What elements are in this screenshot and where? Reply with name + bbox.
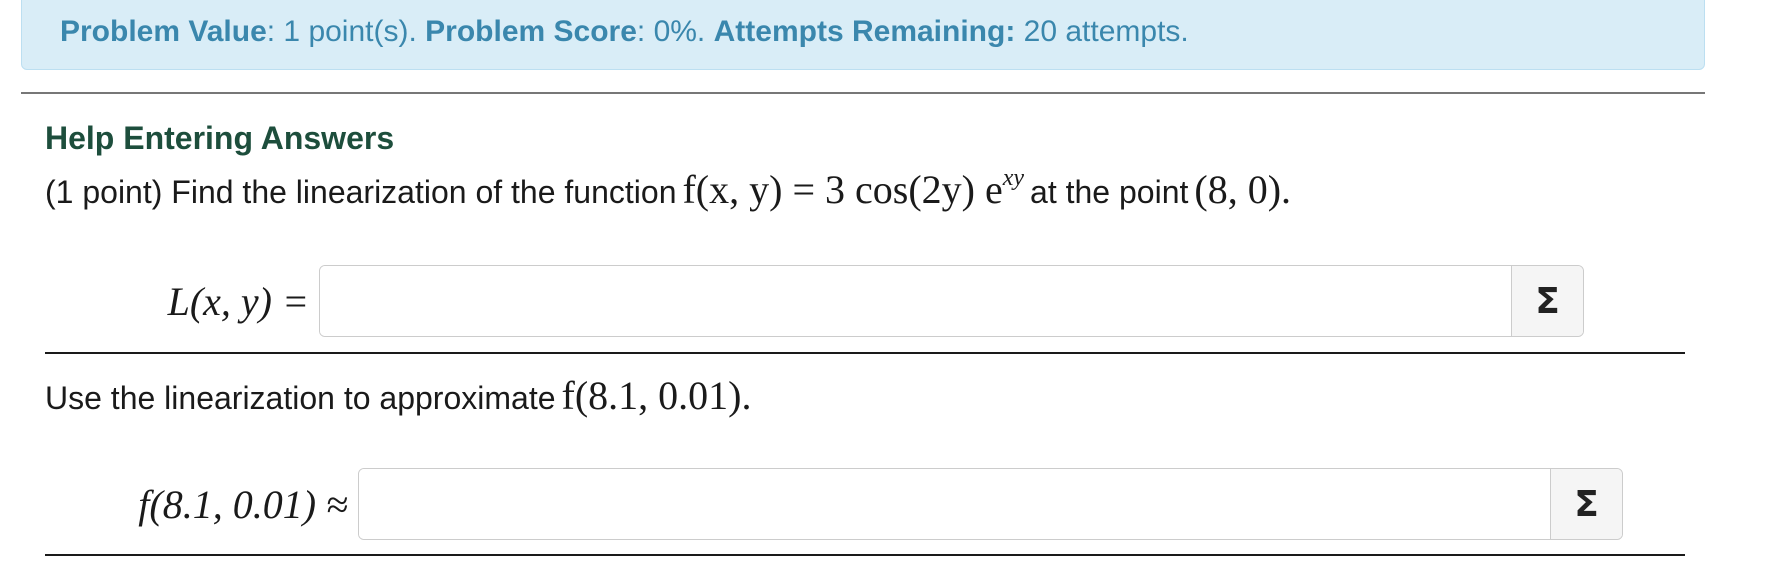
point-value: (8, 0).: [1194, 167, 1292, 212]
problem-statement: (1 point) Find the linearization of the …: [45, 166, 1297, 213]
attempts-remaining-text: 20 attempts.: [1023, 15, 1189, 48]
equation-editor-button[interactable]: Σ: [1550, 469, 1622, 539]
function-formula-base: f(x, y) = 3 cos(2y) e: [682, 167, 1003, 212]
problem-info-bar: Problem Value : 1 point(s). Problem Scor…: [21, 0, 1705, 70]
answer-row-linearization: L(x, y) = Σ: [45, 264, 1584, 338]
approximation-input-group: Σ: [358, 468, 1623, 540]
linearization-input-group: Σ: [319, 265, 1584, 337]
section-divider: [45, 554, 1685, 556]
problem-intro-text: (1 point) Find the linearization of the …: [45, 174, 677, 210]
approximation-label: f(8.1, 0.01) ≈: [138, 481, 348, 527]
attempts-remaining-label: Attempts Remaining:: [713, 15, 1016, 48]
problem-score-label: Problem Score: [425, 15, 637, 48]
linearization-label: L(x, y) =: [167, 278, 309, 324]
at-point-text: at the point: [1030, 174, 1189, 210]
help-entering-answers-link[interactable]: Help Entering Answers: [45, 120, 394, 157]
approximation-answer-input[interactable]: [359, 469, 1550, 539]
section-divider: [45, 352, 1685, 354]
divider: [21, 92, 1705, 94]
problem-value-label: Problem Value: [60, 15, 267, 48]
problem-value-text: : 1 point(s).: [266, 15, 417, 48]
linearization-answer-input[interactable]: [320, 266, 1511, 336]
part2-statement: Use the linearization to approximate f(8…: [45, 372, 757, 419]
part2-math: f(8.1, 0.01).: [561, 373, 752, 418]
answer-row-approximation: f(8.1, 0.01) ≈ Σ: [45, 467, 1623, 541]
function-formula-exponent: xy: [1002, 165, 1025, 191]
part2-text: Use the linearization to approximate: [45, 380, 556, 416]
problem-score-text: : 0%.: [636, 15, 706, 48]
equation-editor-button[interactable]: Σ: [1511, 266, 1583, 336]
function-formula: f(x, y) = 3 cos(2y) exy: [682, 166, 1024, 213]
